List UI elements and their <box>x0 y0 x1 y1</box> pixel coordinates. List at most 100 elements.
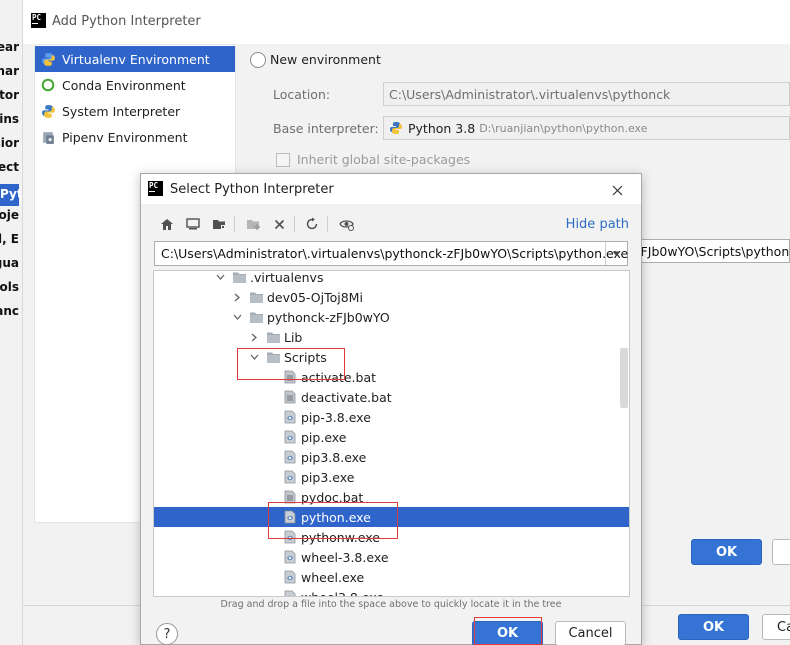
help-button[interactable]: ? <box>156 623 178 645</box>
outer-dialog-title: Add Python Interpreter <box>52 14 201 29</box>
inner-dialog-title: Select Python Interpreter <box>170 182 334 197</box>
ide-sidebar-item[interactable]: rsior <box>0 136 19 150</box>
python-icon <box>389 121 403 135</box>
chevron-down-icon[interactable] <box>230 310 244 324</box>
close-icon[interactable] <box>607 180 627 200</box>
chevron-down-icon[interactable] <box>247 350 261 364</box>
show-hidden-files-icon[interactable] <box>336 214 356 234</box>
outer-cancel-button[interactable]: Ca <box>762 614 790 640</box>
folder-icon <box>248 309 264 325</box>
chevron-down-icon[interactable] <box>213 271 227 284</box>
ide-sidebar-item[interactable]: Proje <box>0 208 19 222</box>
inner-title-bar: PC Select Python Interpreter <box>141 174 641 204</box>
toolbar-separator <box>327 216 328 232</box>
tree-row[interactable]: deactivate.bat <box>154 387 629 407</box>
tree-row[interactable]: pip-3.8.exe <box>154 407 629 427</box>
ide-sidebar-item[interactable]: vanc <box>0 304 19 318</box>
tree-row-label: pip3.8.exe <box>301 449 367 465</box>
env-item-virtualenv[interactable]: Virtualenv Environment <box>35 46 235 72</box>
tree-row[interactable]: wheel-3.8.exe <box>154 547 629 567</box>
tree-row[interactable]: pythonw.exe <box>154 527 629 547</box>
folder-icon <box>265 329 281 345</box>
ide-sidebar-item[interactable]: ngua <box>0 256 19 270</box>
env-item-conda[interactable]: Conda Environment <box>35 72 235 98</box>
refresh-icon[interactable] <box>302 214 322 234</box>
ide-sidebar-item[interactable]: ymar <box>0 64 19 78</box>
pipenv-icon <box>40 129 56 145</box>
new-folder-icon[interactable] <box>243 214 263 234</box>
base-interpreter-select[interactable]: Python 3.8 D:\ruanjian\python\python.exe <box>383 116 790 140</box>
tree-row-label: python.exe <box>301 509 371 525</box>
tree-row[interactable]: .virtualenvs <box>154 271 629 287</box>
select-cancel-button[interactable]: Cancel <box>555 621 626 645</box>
tree-row-label: pythonw.exe <box>301 529 380 545</box>
file-tree[interactable]: .virtualenvs dev05-OjToj8Mi pythonck-zFJb0… <box>153 270 630 597</box>
desktop-icon[interactable] <box>183 214 203 234</box>
select-ok-button[interactable]: OK <box>472 621 543 645</box>
existing-path-fragment: zFJb0wYO\Scripts\python <box>634 243 790 259</box>
ide-sidebar-item[interactable]: ld, E <box>0 232 19 246</box>
tree-row[interactable]: pip3.8.exe <box>154 447 629 467</box>
tree-row-label: pip-3.8.exe <box>301 409 371 425</box>
tree-row[interactable]: pip3.exe <box>154 467 629 487</box>
tree-row[interactable]: wheel.exe <box>154 567 629 587</box>
ide-sidebar-item[interactable]: pear <box>0 40 19 54</box>
ide-sidebar-item[interactable]: tor <box>0 88 19 102</box>
chevron-right-icon[interactable] <box>247 330 261 344</box>
existing-cancel-button[interactable] <box>772 539 790 565</box>
executable-file-icon <box>282 449 298 465</box>
new-environment-radio[interactable] <box>250 52 266 68</box>
tree-row[interactable]: pythonck-zFJb0wYO <box>154 307 629 327</box>
script-file-icon <box>282 369 298 385</box>
existing-interpreter-path-field[interactable]: zFJb0wYO\Scripts\python <box>628 239 790 263</box>
select-python-interpreter-dialog: PC Select Python Interpreter Hide path C… <box>140 173 642 645</box>
location-field[interactable]: C:\Users\Administrator\.virtualenvs\pyth… <box>383 82 790 106</box>
tree-row[interactable]: dev05-OjToj8Mi <box>154 287 629 307</box>
tree-row[interactable]: Scripts <box>154 347 629 367</box>
ide-sidebar-item[interactable]: ject <box>0 160 19 174</box>
folder-icon <box>231 271 247 285</box>
tree-row[interactable]: Lib <box>154 327 629 347</box>
tree-row-label: wheel3.8.exe <box>301 589 385 597</box>
chevron-down-icon[interactable] <box>605 242 627 265</box>
executable-file-icon <box>282 409 298 425</box>
tree-row-label: wheel.exe <box>301 569 365 585</box>
tree-row-label: activate.bat <box>301 369 377 385</box>
hide-path-link[interactable]: Hide path <box>566 217 629 232</box>
ide-sidebar-item[interactable]: Pytho <box>0 184 22 206</box>
virtualenv-icon <box>40 51 56 67</box>
inherit-packages-label: Inherit global site-packages <box>297 152 471 167</box>
tree-row[interactable]: pip.exe <box>154 427 629 447</box>
tree-row[interactable]: wheel3.8.exe <box>154 587 629 597</box>
inherit-packages-checkbox[interactable] <box>276 153 290 167</box>
existing-ok-button[interactable]: OK <box>691 539 762 565</box>
tree-row[interactable]: pydoc.bat <box>154 487 629 507</box>
env-item-pipenv[interactable]: Pipenv Environment <box>35 124 235 150</box>
home-icon[interactable] <box>157 214 177 234</box>
chevron-right-icon[interactable] <box>230 290 244 304</box>
executable-file-icon <box>282 529 298 545</box>
pycharm-logo-icon: PC <box>31 13 46 28</box>
conda-icon <box>40 77 56 93</box>
tree-row-label: wheel-3.8.exe <box>301 549 389 565</box>
path-input[interactable]: C:\Users\Administrator\.virtualenvs\pyth… <box>154 241 628 266</box>
tree-row-label: deactivate.bat <box>301 389 392 405</box>
ide-sidebar-item[interactable]: gins <box>0 112 19 126</box>
delete-icon[interactable] <box>269 214 289 234</box>
tree-row[interactable]: activate.bat <box>154 367 629 387</box>
executable-file-icon <box>282 569 298 585</box>
project-folder-icon[interactable] <box>209 214 229 234</box>
env-item-python[interactable]: System Interpreter <box>35 98 235 124</box>
toolbar-separator <box>294 216 295 232</box>
new-environment-label: New environment <box>270 52 381 67</box>
tree-row[interactable]: python.exe <box>154 507 629 527</box>
location-value: C:\Users\Administrator\.virtualenvs\pyth… <box>389 86 671 102</box>
ide-sidebar-item[interactable]: ols <box>0 280 19 294</box>
outer-ok-button[interactable]: OK <box>678 614 749 640</box>
